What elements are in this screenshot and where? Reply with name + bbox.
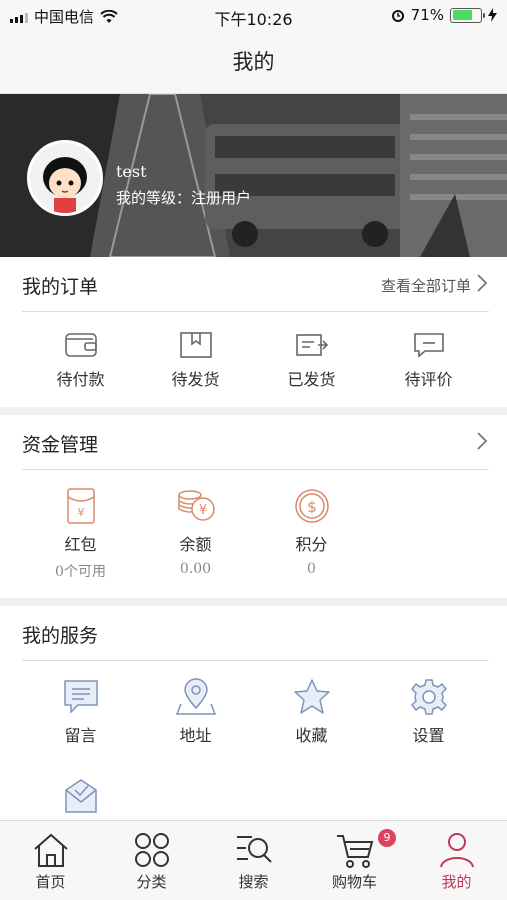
service-mail[interactable]: [22, 778, 139, 820]
tab-search-label: 搜索: [238, 873, 269, 891]
order-pending-payment-label: 待付款: [56, 370, 105, 389]
funds-header[interactable]: 资金管理: [22, 415, 489, 470]
user-level: 我的等级：注册用户: [116, 187, 251, 208]
mail-check-icon: [64, 779, 97, 813]
tab-home-label: 首页: [35, 873, 66, 891]
fund-balance[interactable]: ¥ 余额 0.00: [137, 487, 254, 577]
gear-icon: [410, 679, 447, 715]
truck-icon: [295, 334, 328, 356]
category-icon: [134, 833, 169, 867]
svg-text:$: $: [307, 498, 317, 516]
chevron-right-icon[interactable]: [475, 273, 489, 293]
red-packet-icon: ¥: [66, 488, 95, 524]
profile-banner: test 我的等级：注册用户: [0, 94, 507, 257]
service-settings[interactable]: 设置: [370, 678, 487, 746]
order-shipped[interactable]: 已发货: [253, 330, 370, 390]
funds-section: 资金管理 ¥ 红包 0个可用 ¥ 余额 0.00 $ 积分 0: [0, 415, 507, 598]
order-pending-shipment-label: 待发货: [171, 370, 220, 389]
orders-title: 我的订单: [22, 276, 99, 298]
funds-title: 资金管理: [22, 434, 99, 456]
avatar-cartoon-icon: [43, 157, 87, 213]
orders-section: 我的订单 查看全部订单 待付款 待发货 已发货 待评价: [0, 257, 507, 407]
page-title: 我的: [0, 30, 507, 94]
message-icon: [63, 680, 98, 714]
alarm-icon: [391, 10, 404, 22]
home-icon: [33, 833, 68, 867]
user-level-label: 我的等级：: [116, 189, 192, 207]
service-favorites[interactable]: 收藏: [253, 678, 370, 746]
username: test: [116, 162, 147, 181]
orders-header[interactable]: 我的订单 查看全部订单: [22, 257, 489, 312]
order-pending-review[interactable]: 待评价: [370, 330, 487, 390]
cart-icon: [336, 835, 373, 868]
fund-red-packet-value: 0个可用: [55, 564, 106, 580]
coins-icon: ¥: [177, 490, 215, 521]
tab-bar: 首页 分类 搜索 9 购物车 我的: [0, 820, 507, 900]
tab-search[interactable]: 搜索: [203, 821, 304, 900]
status-bar: 中国电信 下午10:26 71%: [0, 0, 507, 30]
order-pending-review-label: 待评价: [404, 370, 453, 389]
user-icon: [439, 833, 474, 868]
star-icon: [293, 679, 330, 714]
service-settings-label: 设置: [412, 726, 445, 745]
box-icon: [179, 332, 212, 358]
tab-category-label: 分类: [136, 873, 167, 891]
tab-cart[interactable]: 9 购物车: [304, 821, 405, 900]
tab-me-label: 我的: [441, 873, 472, 891]
services-header: 我的服务: [22, 606, 489, 661]
service-favorites-label: 收藏: [295, 726, 328, 745]
service-message[interactable]: 留言: [22, 678, 139, 746]
fund-balance-value: 0.00: [179, 561, 212, 577]
chevron-right-icon[interactable]: [475, 431, 489, 451]
battery-icon: [450, 7, 485, 23]
service-address[interactable]: 地址: [137, 678, 254, 746]
fund-red-packet-label: 红包: [64, 535, 97, 554]
service-message-label: 留言: [64, 726, 97, 745]
order-pending-payment[interactable]: 待付款: [22, 330, 139, 390]
tab-home[interactable]: 首页: [0, 821, 101, 900]
svg-text:¥: ¥: [77, 506, 84, 519]
order-shipped-label: 已发货: [287, 370, 336, 389]
search-icon: [236, 836, 272, 863]
fund-points-label: 积分: [295, 535, 328, 554]
points-icon: $: [294, 489, 329, 523]
cart-badge: 9: [378, 829, 396, 847]
battery-percent: 71%: [410, 6, 444, 24]
tab-category[interactable]: 分类: [101, 821, 202, 900]
comment-icon: [413, 333, 444, 358]
tab-me[interactable]: 我的: [406, 821, 507, 900]
fund-points-value: 0: [307, 561, 316, 577]
user-level-value: 注册用户: [191, 189, 252, 207]
view-all-orders-link[interactable]: 查看全部订单: [381, 275, 471, 296]
location-icon: [175, 678, 216, 715]
wallet-icon: [64, 333, 97, 357]
services-section: 我的服务 留言 地址 收藏 设置: [0, 606, 507, 820]
fund-balance-label: 余额: [179, 535, 212, 554]
tab-cart-label: 购物车: [331, 873, 377, 891]
order-pending-shipment[interactable]: 待发货: [137, 330, 254, 390]
fund-points[interactable]: $ 积分 0: [253, 487, 370, 577]
services-title: 我的服务: [22, 625, 99, 647]
avatar[interactable]: [27, 140, 103, 216]
charging-icon: [488, 8, 497, 22]
fund-red-packet[interactable]: ¥ 红包 0个可用: [22, 487, 139, 581]
svg-text:¥: ¥: [198, 503, 206, 518]
service-address-label: 地址: [179, 726, 212, 745]
